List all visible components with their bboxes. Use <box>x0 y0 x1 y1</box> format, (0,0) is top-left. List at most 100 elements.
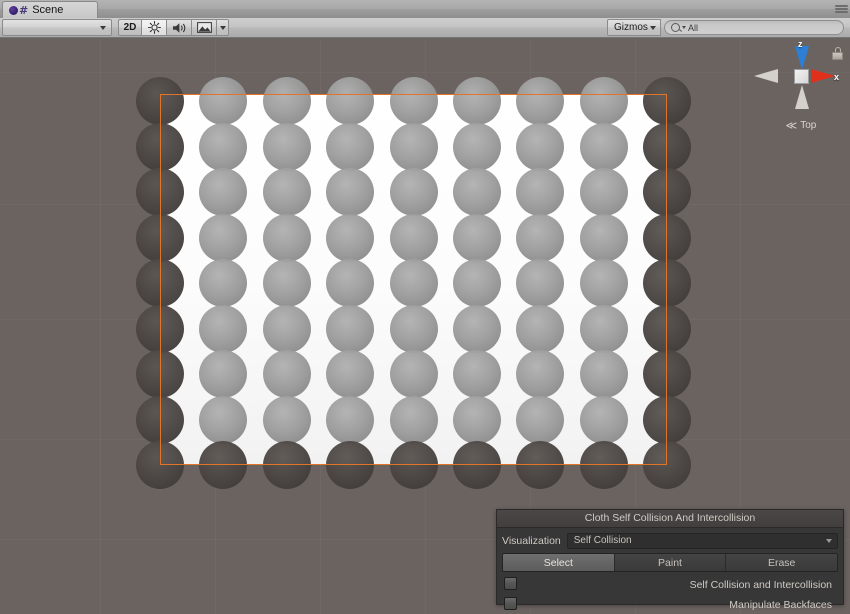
cloth-particle[interactable] <box>516 396 564 444</box>
cloth-particle[interactable] <box>453 77 501 125</box>
cloth-particle[interactable] <box>453 305 501 353</box>
cloth-particle[interactable] <box>643 214 691 262</box>
cloth-particle[interactable] <box>453 123 501 171</box>
cloth-particle[interactable] <box>136 396 184 444</box>
toggle-fx-button[interactable] <box>191 19 217 36</box>
cloth-particle[interactable] <box>263 259 311 307</box>
checkbox-self-collision-and-intercollision[interactable] <box>504 577 517 590</box>
cloth-particle[interactable] <box>263 123 311 171</box>
cloth-particle[interactable] <box>390 350 438 398</box>
cloth-particle[interactable] <box>580 305 628 353</box>
gizmo-view-caption[interactable]: ≪ Top <box>766 119 836 132</box>
cloth-particle[interactable] <box>643 305 691 353</box>
cloth-particle[interactable] <box>136 350 184 398</box>
toggle-2d-button[interactable]: 2D <box>118 19 142 36</box>
gizmo-center-cube[interactable] <box>794 69 809 84</box>
cloth-particle[interactable] <box>326 123 374 171</box>
cloth-particle[interactable] <box>326 77 374 125</box>
cloth-particle[interactable] <box>453 214 501 262</box>
cloth-particle[interactable] <box>580 259 628 307</box>
toggle-audio-button[interactable] <box>166 19 192 36</box>
axis-cone-negative-z[interactable] <box>795 85 809 109</box>
cloth-particle[interactable] <box>453 350 501 398</box>
cloth-particle[interactable] <box>516 350 564 398</box>
mode-button-select[interactable]: Select <box>503 554 615 571</box>
cloth-particle[interactable] <box>516 77 564 125</box>
axis-cone-negative-x[interactable] <box>754 69 778 83</box>
cloth-particle[interactable] <box>136 77 184 125</box>
cloth-particle[interactable] <box>199 305 247 353</box>
cloth-particle[interactable] <box>580 441 628 489</box>
cloth-particle[interactable] <box>643 396 691 444</box>
cloth-particle[interactable] <box>390 441 438 489</box>
cloth-particle[interactable] <box>580 396 628 444</box>
cloth-particle[interactable] <box>263 305 311 353</box>
cloth-particle[interactable] <box>390 168 438 216</box>
cloth-particle[interactable] <box>390 396 438 444</box>
cloth-particle[interactable] <box>263 214 311 262</box>
cloth-particle[interactable] <box>516 123 564 171</box>
cloth-particle[interactable] <box>263 396 311 444</box>
cloth-particle[interactable] <box>580 214 628 262</box>
gizmos-dropdown-button[interactable]: Gizmos <box>607 19 661 36</box>
cloth-particle[interactable] <box>326 305 374 353</box>
cloth-particle[interactable] <box>326 350 374 398</box>
cloth-particle[interactable] <box>580 168 628 216</box>
cloth-particle[interactable] <box>390 77 438 125</box>
cloth-particle[interactable] <box>390 259 438 307</box>
cloth-particle[interactable] <box>263 350 311 398</box>
cloth-particle[interactable] <box>199 396 247 444</box>
mode-button-erase[interactable]: Erase <box>726 554 837 571</box>
cloth-particle[interactable] <box>326 214 374 262</box>
cloth-particle[interactable] <box>643 123 691 171</box>
fx-dropdown-button[interactable] <box>216 19 229 36</box>
axis-cone-z[interactable] <box>795 46 809 70</box>
cloth-particle[interactable] <box>136 168 184 216</box>
cloth-particle[interactable] <box>390 305 438 353</box>
tab-scene[interactable]: # Scene <box>2 1 98 18</box>
cloth-particle[interactable] <box>263 77 311 125</box>
cloth-particle[interactable] <box>453 259 501 307</box>
cloth-particle[interactable] <box>390 214 438 262</box>
cloth-particle[interactable] <box>453 396 501 444</box>
cloth-particle[interactable] <box>516 259 564 307</box>
visualization-dropdown[interactable]: Self Collision <box>567 533 838 549</box>
cloth-particle[interactable] <box>516 305 564 353</box>
cloth-particle[interactable] <box>643 77 691 125</box>
cloth-particle[interactable] <box>136 441 184 489</box>
cloth-particle[interactable] <box>580 350 628 398</box>
cloth-particle[interactable] <box>199 214 247 262</box>
cloth-particle[interactable] <box>516 441 564 489</box>
axis-cone-x[interactable] <box>811 69 835 83</box>
cloth-particle[interactable] <box>136 259 184 307</box>
cloth-particle[interactable] <box>390 123 438 171</box>
window-menu-icon[interactable] <box>830 2 848 16</box>
cloth-particle[interactable] <box>326 259 374 307</box>
cloth-particle[interactable] <box>453 441 501 489</box>
cloth-particle[interactable] <box>136 123 184 171</box>
cloth-particle[interactable] <box>263 441 311 489</box>
cloth-particle[interactable] <box>580 123 628 171</box>
draw-mode-dropdown[interactable] <box>2 19 112 36</box>
lock-icon[interactable] <box>832 47 843 60</box>
toggle-lighting-button[interactable] <box>141 19 167 36</box>
cloth-particle[interactable] <box>453 168 501 216</box>
cloth-particle[interactable] <box>643 350 691 398</box>
cloth-particle[interactable] <box>136 214 184 262</box>
cloth-particle[interactable] <box>263 168 311 216</box>
cloth-particle[interactable] <box>516 168 564 216</box>
cloth-particle[interactable] <box>643 441 691 489</box>
cloth-particle[interactable] <box>326 168 374 216</box>
cloth-particle[interactable] <box>199 123 247 171</box>
mode-button-paint[interactable]: Paint <box>615 554 727 571</box>
cloth-particle[interactable] <box>326 396 374 444</box>
cloth-particle[interactable] <box>580 77 628 125</box>
cloth-particle[interactable] <box>136 305 184 353</box>
cloth-particle[interactable] <box>643 168 691 216</box>
scene-search-input[interactable]: All <box>664 20 844 35</box>
cloth-particle[interactable] <box>643 259 691 307</box>
cloth-particle[interactable] <box>199 441 247 489</box>
cloth-particle[interactable] <box>326 441 374 489</box>
scene-orientation-gizmo[interactable]: z x ≪ Top <box>754 39 846 139</box>
checkbox-manipulate-backfaces[interactable] <box>504 597 517 610</box>
